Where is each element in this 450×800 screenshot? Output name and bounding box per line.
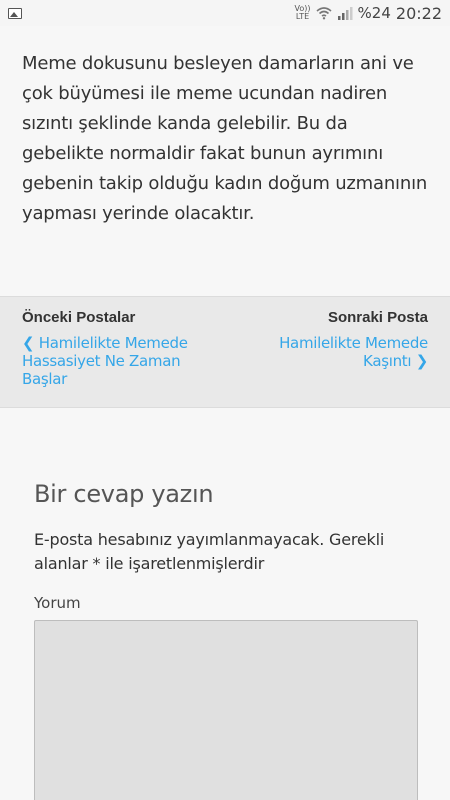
comment-label: Yorum (34, 594, 81, 612)
reply-section: Bir cevap yazın E-posta hesabınız yayıml… (0, 408, 450, 800)
volte-indicator: Vo)) LTE (295, 5, 311, 21)
comment-textarea[interactable] (34, 620, 418, 800)
comment-notes: E-posta hesabınız yayımlanmayacak. Gerek… (34, 530, 385, 573)
next-post-title[interactable]: Hamilelikte Memede Kaşıntı (279, 334, 428, 370)
next-post-link[interactable]: Hamilelikte Memede Kaşıntı ❯ (228, 334, 428, 370)
signal-icon (337, 7, 353, 20)
wifi-icon (316, 7, 332, 20)
clock: 20:22 (395, 3, 442, 23)
post-navigation: Önceki Postalar ❮ Hamilelikte Memede Has… (0, 296, 450, 408)
image-icon (8, 7, 22, 19)
chevron-left-icon: ❮ (22, 334, 35, 352)
previous-post: Önceki Postalar ❮ Hamilelikte Memede Has… (22, 309, 222, 388)
previous-post-title[interactable]: Hamilelikte Memede Hassasiyet Ne Zaman B… (22, 334, 188, 388)
battery-level: %24 (357, 4, 391, 22)
article-body: Meme dokusunu besleyen damarların ani ve… (0, 26, 450, 296)
lte-label: LTE (295, 12, 310, 21)
next-post: Sonraki Posta Hamilelikte Memede Kaşıntı… (228, 309, 428, 370)
article-paragraph: Meme dokusunu besleyen damarların ani ve… (22, 53, 428, 224)
status-bar: Vo)) LTE %24 20:22 (0, 0, 450, 26)
chevron-right-icon: ❯ (415, 352, 429, 370)
reply-title: Bir cevap yazın (34, 480, 214, 508)
previous-post-link[interactable]: ❮ Hamilelikte Memede Hassasiyet Ne Zaman… (22, 334, 222, 388)
next-post-heading: Sonraki Posta (327, 309, 428, 326)
previous-post-heading: Önceki Postalar (22, 309, 136, 326)
